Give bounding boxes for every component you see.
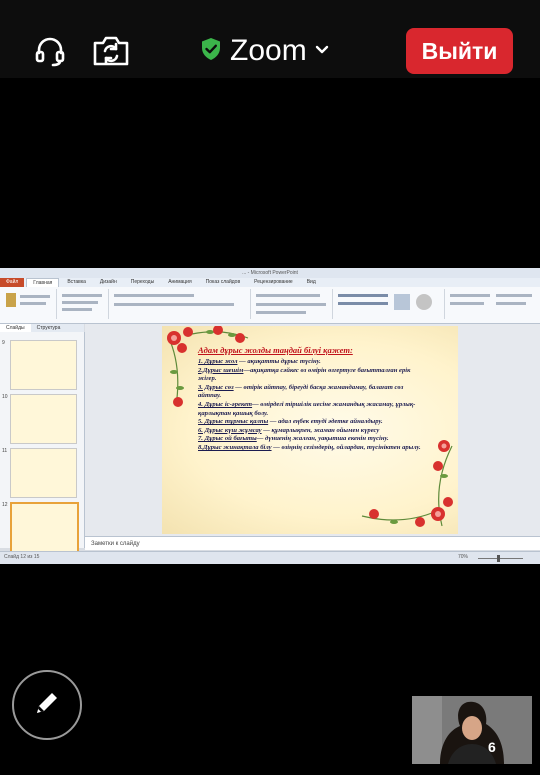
ribbon-group-font[interactable]	[110, 289, 251, 319]
shared-screen[interactable]: ... - Microsoft PowerPoint Файл Главная …	[0, 268, 540, 564]
status-zoom: 70%	[458, 554, 469, 560]
slide-list-item: 1. Дұрыс жол — ақиқатты дұрыс түсіну.	[198, 358, 426, 367]
ppt-tab-transitions[interactable]: Переходы	[125, 278, 160, 287]
item-text: — адал еңбек етуді әдетке айналдыру.	[268, 418, 383, 426]
ppt-tab-home[interactable]: Главная	[26, 278, 60, 287]
pencil-icon	[32, 688, 62, 723]
ppt-window-title: ... - Microsoft PowerPoint	[0, 268, 540, 278]
slide-list-item: 3. Дұрыс сөз — өтірік айтпау, біреуді ба…	[198, 384, 426, 401]
slide-list-item: 4. Дұрыс іс-әрекет— өмірдегі тіршілік ие…	[198, 401, 426, 418]
item-key: 2.Дұрыс шешім	[198, 366, 244, 374]
item-key: 8.Дұрыс жинақтала білу	[198, 443, 272, 451]
item-key: 7. Дұрыс ой бағыты	[198, 435, 257, 443]
item-key: 6. Дұрыс күш жұмсау	[198, 426, 262, 434]
item-key: 1. Дұрыс жол	[198, 358, 238, 365]
thumb-number: 10	[2, 394, 8, 400]
slide-edit-area[interactable]: Адам дұрыс жолды таңдай білуі қажет: 1. …	[85, 324, 540, 536]
ppt-side-tabs: Слайды Структура	[0, 324, 84, 332]
meeting-title[interactable]: Zoom	[200, 31, 329, 71]
side-tab-outline[interactable]: Структура	[31, 324, 67, 332]
side-tab-slides[interactable]: Слайды	[0, 324, 31, 332]
ppt-tab-slideshow[interactable]: Показ слайдов	[200, 278, 246, 287]
ribbon-group-paragraph[interactable]	[252, 289, 333, 319]
annotate-button[interactable]	[12, 670, 82, 740]
exit-button[interactable]: Выйти	[406, 28, 513, 74]
ppt-ribbon	[0, 287, 540, 324]
slide-list-item: 5. Дұрыс тұрмыс қалпы — адал еңбек етуді…	[198, 418, 426, 427]
thumb-number: 9	[2, 340, 5, 346]
camera-switch-icon[interactable]	[92, 32, 130, 70]
ppt-tab-review[interactable]: Рецензирование	[248, 278, 299, 287]
chevron-down-icon	[315, 42, 329, 60]
item-key: 4. Дұрыс іс-әрекет	[198, 400, 253, 408]
headset-icon[interactable]	[31, 32, 69, 70]
slide-thumbnail[interactable]	[10, 394, 77, 444]
item-key: 5. Дұрыс тұрмыс қалпы	[198, 418, 269, 426]
ppt-tab-insert[interactable]: Вставка	[61, 278, 92, 287]
item-text: — дүниенің жалған, уақытша екенін түсіну…	[256, 435, 389, 443]
ribbon-group-editing[interactable]	[446, 289, 538, 319]
participant-video: 6	[412, 696, 532, 764]
ribbon-group-drawing[interactable]	[334, 289, 445, 319]
shield-check-icon	[200, 37, 222, 66]
status-slide-count: Слайд 12 из 15	[4, 554, 40, 560]
item-text: — ақиқатты дұрыс түсіну.	[237, 358, 321, 365]
current-slide[interactable]: Адам дұрыс жолды таңдай білуі қажет: 1. …	[162, 326, 458, 534]
ppt-status-bar: Слайд 12 из 15 70%	[0, 551, 540, 564]
slide-thumbnail[interactable]	[10, 340, 77, 390]
item-text: — құмарлықпен, жаман ойымен күресу	[261, 426, 380, 434]
ppt-ribbon-tabs: Файл Главная Вставка Дизайн Переходы Ани…	[0, 278, 540, 287]
zoom-slider[interactable]	[478, 558, 523, 559]
thumb-number: 11	[2, 448, 8, 454]
slide-heading: Адам дұрыс жолды таңдай білуі қажет:	[198, 345, 353, 355]
notes-pane[interactable]: Заметки к слайду	[85, 536, 540, 550]
item-text: — өзіңнің сезімдерің, ойлардан, түсінікт…	[271, 443, 421, 451]
slide-list-item: 8.Дұрыс жинақтала білу — өзіңнің сезімде…	[198, 444, 426, 453]
slide-content-list: 1. Дұрыс жол — ақиқатты дұрыс түсіну. 2.…	[198, 358, 426, 453]
ppt-tab-design[interactable]: Дизайн	[94, 278, 123, 287]
ppt-tab-animations[interactable]: Анимация	[162, 278, 197, 287]
zoom-top-bar: Zoom Выйти	[0, 0, 540, 78]
self-video-thumbnail[interactable]: 6	[412, 696, 532, 764]
app-title: Zoom	[230, 34, 307, 67]
slide-list-item: 2.Дұрыс шешім—ақиқатқа сәйкес өз өмірін …	[198, 367, 426, 384]
ppt-tab-view[interactable]: Вид	[301, 278, 322, 287]
ribbon-group-clipboard[interactable]	[2, 289, 57, 319]
slide-thumbnail-selected[interactable]	[10, 502, 79, 554]
item-key: 3. Дұрыс сөз	[198, 383, 234, 391]
svg-text:6: 6	[488, 739, 496, 755]
zoom-slider-knob[interactable]	[497, 555, 500, 562]
slide-list-item: 6. Дұрыс күш жұмсау — құмарлықпен, жаман…	[198, 427, 426, 436]
slide-thumbnails-panel[interactable]: 9 10 11 12	[0, 332, 85, 554]
ribbon-group-slides[interactable]	[58, 289, 109, 319]
thumb-number: 12	[2, 502, 8, 508]
ppt-tab-file[interactable]: Файл	[0, 278, 25, 287]
slide-list-item: 7. Дұрыс ой бағыты— дүниенің жалған, уақ…	[198, 435, 426, 444]
slide-thumbnail[interactable]	[10, 448, 77, 498]
